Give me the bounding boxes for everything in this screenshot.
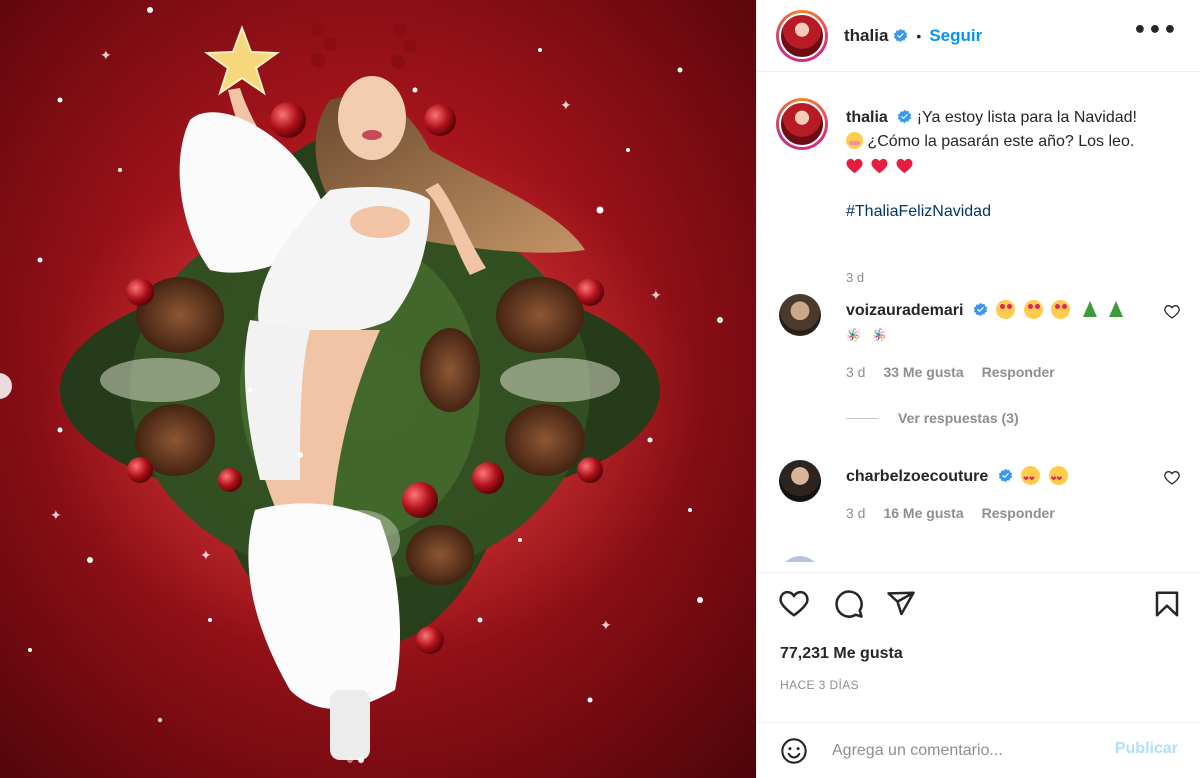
comment-second-line: 🪅 🪅 <box>846 328 892 342</box>
verified-badge-icon <box>898 109 912 124</box>
comment-likes[interactable]: 33 Me gusta <box>883 364 963 380</box>
header-username[interactable]: thalia <box>844 26 888 46</box>
christmas-tree-emoji-icon <box>1082 301 1097 317</box>
hearts-emoji-row <box>846 158 913 174</box>
red-heart-emoji-icon <box>896 158 913 174</box>
post-date[interactable]: HACE 3 DÍAS <box>780 678 859 692</box>
blushing-face-emoji-icon <box>846 132 863 149</box>
heart-eyes-emoji-icon <box>1021 466 1041 491</box>
svg-text:✦: ✦ <box>50 508 62 524</box>
caption-text-line2: ¿Cómo la pasarán este año? Los leo. <box>867 133 1135 150</box>
comment-username[interactable]: voizaurademari <box>846 302 963 319</box>
post-media[interactable]: ✦ ✦ ✦ ✦ ✦ ✦ <box>0 0 756 778</box>
verified-badge-icon <box>998 468 1012 483</box>
emoji-picker-icon[interactable] <box>780 737 808 765</box>
comment-like-heart-icon[interactable] <box>1163 304 1181 322</box>
hashtag-link[interactable]: #ThaliaFelizNavidad <box>846 200 1191 224</box>
comment-avatar[interactable] <box>779 460 821 502</box>
hugging-face-emoji-icon <box>1051 300 1071 319</box>
svg-text:✦: ✦ <box>200 548 212 564</box>
verified-badge-icon <box>894 28 908 43</box>
svg-text:✦: ✦ <box>600 618 612 634</box>
carousel-dot-active <box>358 757 364 763</box>
christmas-photo: ✦ ✦ ✦ ✦ ✦ ✦ <box>28 7 723 760</box>
comment-avatar[interactable] <box>779 294 821 336</box>
svg-text:✦: ✦ <box>560 98 572 114</box>
share-icon[interactable] <box>885 589 917 621</box>
comment-timestamp[interactable]: 3 d <box>846 364 865 380</box>
comment-like-heart-icon[interactable] <box>1163 470 1181 488</box>
comment-username[interactable]: charbelzoecouture <box>846 468 988 485</box>
post-sidebar: thalia • Seguir ••• thalia ¡Ya estoy lis… <box>756 0 1200 778</box>
reply-button[interactable]: Responder <box>982 364 1055 380</box>
comment-avatar[interactable] <box>779 556 821 562</box>
comment-icon[interactable] <box>833 589 865 621</box>
publish-button[interactable]: Publicar <box>1115 740 1178 758</box>
comment-timestamp[interactable]: 3 d <box>846 505 865 521</box>
svg-text:✦: ✦ <box>650 288 662 304</box>
red-heart-emoji-icon <box>871 158 888 174</box>
hugging-face-emoji-icon <box>1023 300 1043 319</box>
post-actions-bar <box>757 572 1200 636</box>
reply-button[interactable]: Responder <box>982 505 1055 521</box>
svg-text:✦: ✦ <box>100 48 112 64</box>
replies-divider-line <box>846 417 878 419</box>
post-header: thalia • Seguir ••• <box>757 0 1200 72</box>
caption-timestamp[interactable]: 3 d <box>846 270 864 285</box>
comments-section[interactable]: thalia ¡Ya estoy lista para la Navidad! … <box>757 72 1200 562</box>
comment-input[interactable] <box>832 737 1102 765</box>
carousel-dot <box>347 757 353 763</box>
avatar[interactable] <box>776 9 828 62</box>
caption-avatar[interactable] <box>776 98 828 150</box>
view-replies-button[interactable]: Ver respuestas (3) <box>846 410 1019 426</box>
carousel-indicator <box>347 757 364 763</box>
red-heart-emoji-icon <box>846 158 863 174</box>
verified-badge-icon <box>973 302 987 317</box>
follow-button[interactable]: Seguir <box>929 26 982 46</box>
comment-likes[interactable]: 16 Me gusta <box>883 505 963 521</box>
view-replies-label: Ver respuestas (3) <box>898 410 1019 426</box>
bookmark-icon[interactable] <box>1151 589 1183 621</box>
header-separator: • <box>916 27 922 44</box>
more-options-button[interactable]: ••• <box>1133 18 1178 43</box>
add-comment-bar: Publicar <box>757 722 1200 778</box>
caption-text-line1: ¡Ya estoy lista para la Navidad! <box>916 109 1137 126</box>
likes-count[interactable]: 77,231 Me gusta <box>780 645 903 663</box>
christmas-tree-emoji-icon <box>1109 301 1124 317</box>
hugging-face-emoji-icon <box>996 300 1016 319</box>
caption-username[interactable]: thalia <box>846 109 888 126</box>
heart-eyes-emoji-icon <box>1048 466 1068 491</box>
like-heart-icon[interactable] <box>778 589 810 621</box>
